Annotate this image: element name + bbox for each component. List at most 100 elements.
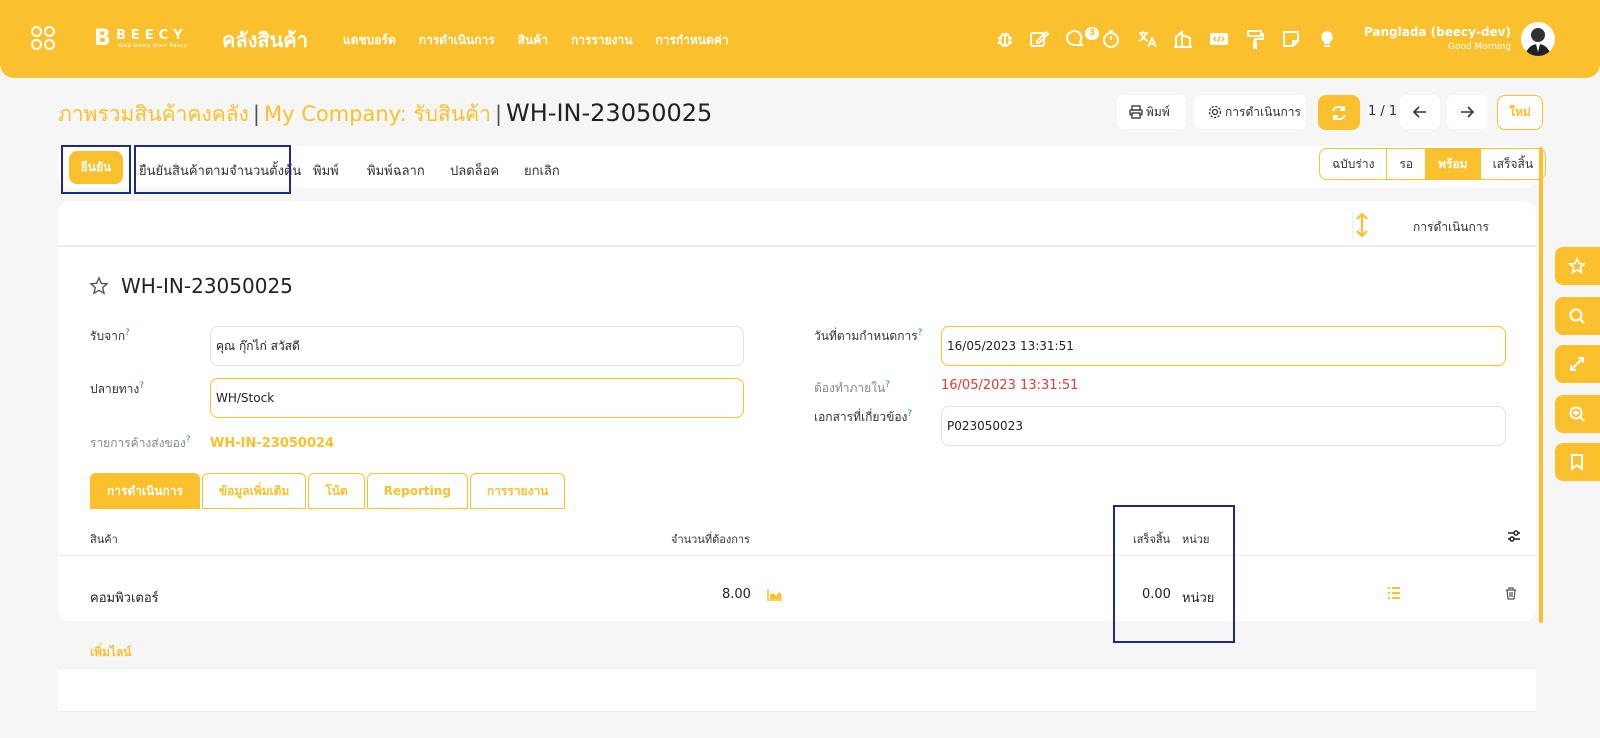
breadcrumb: ภาพรวมสินค้าคงคลัง | My Company: รับสินค้า…	[58, 99, 713, 127]
status-ready[interactable]: พร้อม	[1426, 149, 1481, 179]
cancel-button[interactable]: ยกเลิก	[524, 160, 560, 181]
chat-icon[interactable]	[1065, 29, 1085, 49]
breadcrumb-receipts[interactable]: My Company: รับสินค้า	[264, 102, 491, 126]
beecy-logo[interactable]: B BEECY Step Going Start Beecy	[94, 26, 196, 51]
receive-from-label: รับจาก?	[90, 328, 130, 343]
print-toolbar-button[interactable]: พิมพ์	[313, 160, 339, 181]
floating-zoom-button[interactable]	[1555, 395, 1600, 433]
paint-roller-icon[interactable]	[1245, 29, 1265, 49]
highlight-confirm-initial	[134, 145, 291, 194]
code-icon[interactable]	[1209, 29, 1229, 49]
status-bar: ฉบับร่าง รอ พร้อม เสร็จสิ้น	[1319, 148, 1547, 180]
stopwatch-icon[interactable]	[1101, 29, 1121, 49]
highlight-confirm	[61, 145, 131, 194]
deadline-value: 16/05/2023 13:31:51	[941, 378, 1079, 393]
gear-icon	[1208, 105, 1222, 119]
vertical-scrollbar[interactable]	[1539, 147, 1543, 623]
print-label: พิมพ์	[1146, 105, 1170, 119]
floating-favorite-button[interactable]	[1555, 247, 1600, 285]
help-icon[interactable]: ?	[125, 328, 130, 338]
help-icon[interactable]: ?	[885, 380, 890, 390]
next-record-button[interactable]	[1447, 95, 1487, 129]
print-labels-button[interactable]: พิมพ์ฉลาก	[367, 160, 425, 181]
destination-label: ปลายทาง?	[90, 381, 145, 396]
record-title: WH-IN-23050025	[121, 274, 293, 298]
bug-icon[interactable]	[995, 29, 1015, 49]
expand-icon	[1570, 357, 1584, 371]
avatar[interactable]	[1521, 22, 1555, 56]
refresh-icon	[1332, 105, 1346, 121]
refresh-button[interactable]	[1318, 95, 1360, 130]
highlight-done-unit-columns	[1113, 505, 1235, 643]
building-icon[interactable]	[1173, 29, 1193, 49]
breadcrumb-current: WH-IN-23050025	[506, 99, 713, 127]
lightbulb-icon[interactable]	[1317, 29, 1337, 49]
tab-additional-info[interactable]: ข้อมูลเพิ่มเติม	[201, 473, 307, 509]
source-document-input[interactable]: P023050023	[941, 406, 1506, 446]
help-icon[interactable]: ?	[186, 435, 191, 445]
nav-products[interactable]: สินค้า	[518, 31, 548, 50]
backorder-label: รายการค้างส่งของ?	[90, 435, 191, 450]
nav-reporting[interactable]: การรายงาน	[571, 31, 632, 50]
help-icon[interactable]: ?	[907, 409, 912, 419]
destination-input[interactable]: WH/Stock	[210, 378, 744, 418]
status-draft[interactable]: ฉบับร่าง	[1320, 149, 1388, 179]
chatter-label: การดำเนินการ	[1413, 220, 1489, 234]
logo-tagline: Step Going Start Beecy	[118, 43, 188, 49]
new-button[interactable]: ใหม่	[1497, 95, 1543, 130]
backorder-link[interactable]: WH-IN-23050024	[210, 436, 334, 451]
status-done[interactable]: เสร็จสิ้น	[1481, 149, 1545, 179]
action-button[interactable]: การดำเนินการ	[1194, 95, 1306, 129]
deadline-label: ต้องทำภายใน?	[814, 380, 891, 395]
bookmark-icon	[1571, 454, 1583, 471]
nav-dashboard[interactable]: แดชบอร์ด	[343, 31, 396, 50]
row-product[interactable]: คอมพิวเตอร์	[90, 587, 159, 608]
status-waiting[interactable]: รอ	[1387, 149, 1427, 179]
header-divider	[58, 555, 1536, 556]
printer-icon	[1129, 105, 1143, 119]
nav-operations[interactable]: การดำเนินการ	[419, 31, 495, 50]
arrow-right-icon	[1461, 106, 1474, 118]
floating-bookmark-button[interactable]	[1555, 443, 1600, 481]
edit-icon[interactable]	[1029, 29, 1049, 49]
systray	[995, 27, 1345, 51]
empty-lines-area	[58, 668, 1536, 712]
help-icon[interactable]: ?	[139, 381, 144, 391]
receive-from-input[interactable]: คุณ กุ๊กไก่ สวัสดี	[210, 326, 744, 366]
nav-configuration[interactable]: การกำหนดค่า	[655, 31, 728, 50]
tab-note[interactable]: โน้ต	[308, 473, 365, 509]
tab-reporting[interactable]: การรายงาน	[469, 473, 566, 509]
add-line-link[interactable]: เพิ่มไลน์	[90, 643, 132, 662]
app-title: คลังสินค้า	[222, 28, 308, 52]
note-icon[interactable]	[1281, 29, 1301, 49]
tab-reporting-en[interactable]: Reporting	[366, 473, 468, 509]
column-product[interactable]: สินค้า	[90, 530, 118, 548]
logo-letter: B	[94, 26, 111, 51]
star-icon	[1568, 257, 1586, 275]
floating-search-button[interactable]	[1555, 297, 1600, 335]
floating-expand-button[interactable]	[1555, 345, 1600, 383]
app-grid-icon[interactable]	[31, 26, 57, 52]
translate-icon[interactable]	[1137, 29, 1157, 49]
unlock-button[interactable]: ปลดล็อค	[450, 160, 499, 181]
column-demand[interactable]: จำนวนที่ต้องการ	[671, 530, 750, 548]
row-demand[interactable]: 8.00	[722, 587, 751, 602]
forecast-chart-icon[interactable]	[767, 588, 783, 601]
print-button[interactable]: พิมพ์	[1117, 95, 1186, 129]
scheduled-date-label: วันที่ตามกำหนดการ?	[814, 328, 923, 343]
action-label: การดำเนินการ	[1225, 105, 1301, 119]
trash-icon[interactable]	[1505, 587, 1517, 600]
breadcrumb-inventory-overview[interactable]: ภาพรวมสินค้าคงคลัง	[58, 102, 249, 126]
previous-record-button[interactable]	[1400, 95, 1440, 129]
pager-value[interactable]: 1 / 1	[1368, 104, 1397, 119]
detailed-operations-icon[interactable]	[1387, 587, 1401, 599]
column-options-icon[interactable]	[1507, 530, 1521, 542]
user-greeting: Good Morning	[1448, 42, 1511, 52]
scheduled-date-input[interactable]: 16/05/2023 13:31:51	[941, 326, 1506, 366]
tab-operations[interactable]: การดำเนินการ	[90, 473, 200, 509]
star-icon[interactable]	[89, 276, 109, 296]
main-nav: แดชบอร์ด การดำเนินการ สินค้า การรายงาน ก…	[343, 31, 729, 50]
user-name[interactable]: Panglada (beecy-dev)	[1364, 25, 1511, 39]
help-icon[interactable]: ?	[918, 328, 923, 338]
arrow-left-icon	[1413, 106, 1426, 118]
